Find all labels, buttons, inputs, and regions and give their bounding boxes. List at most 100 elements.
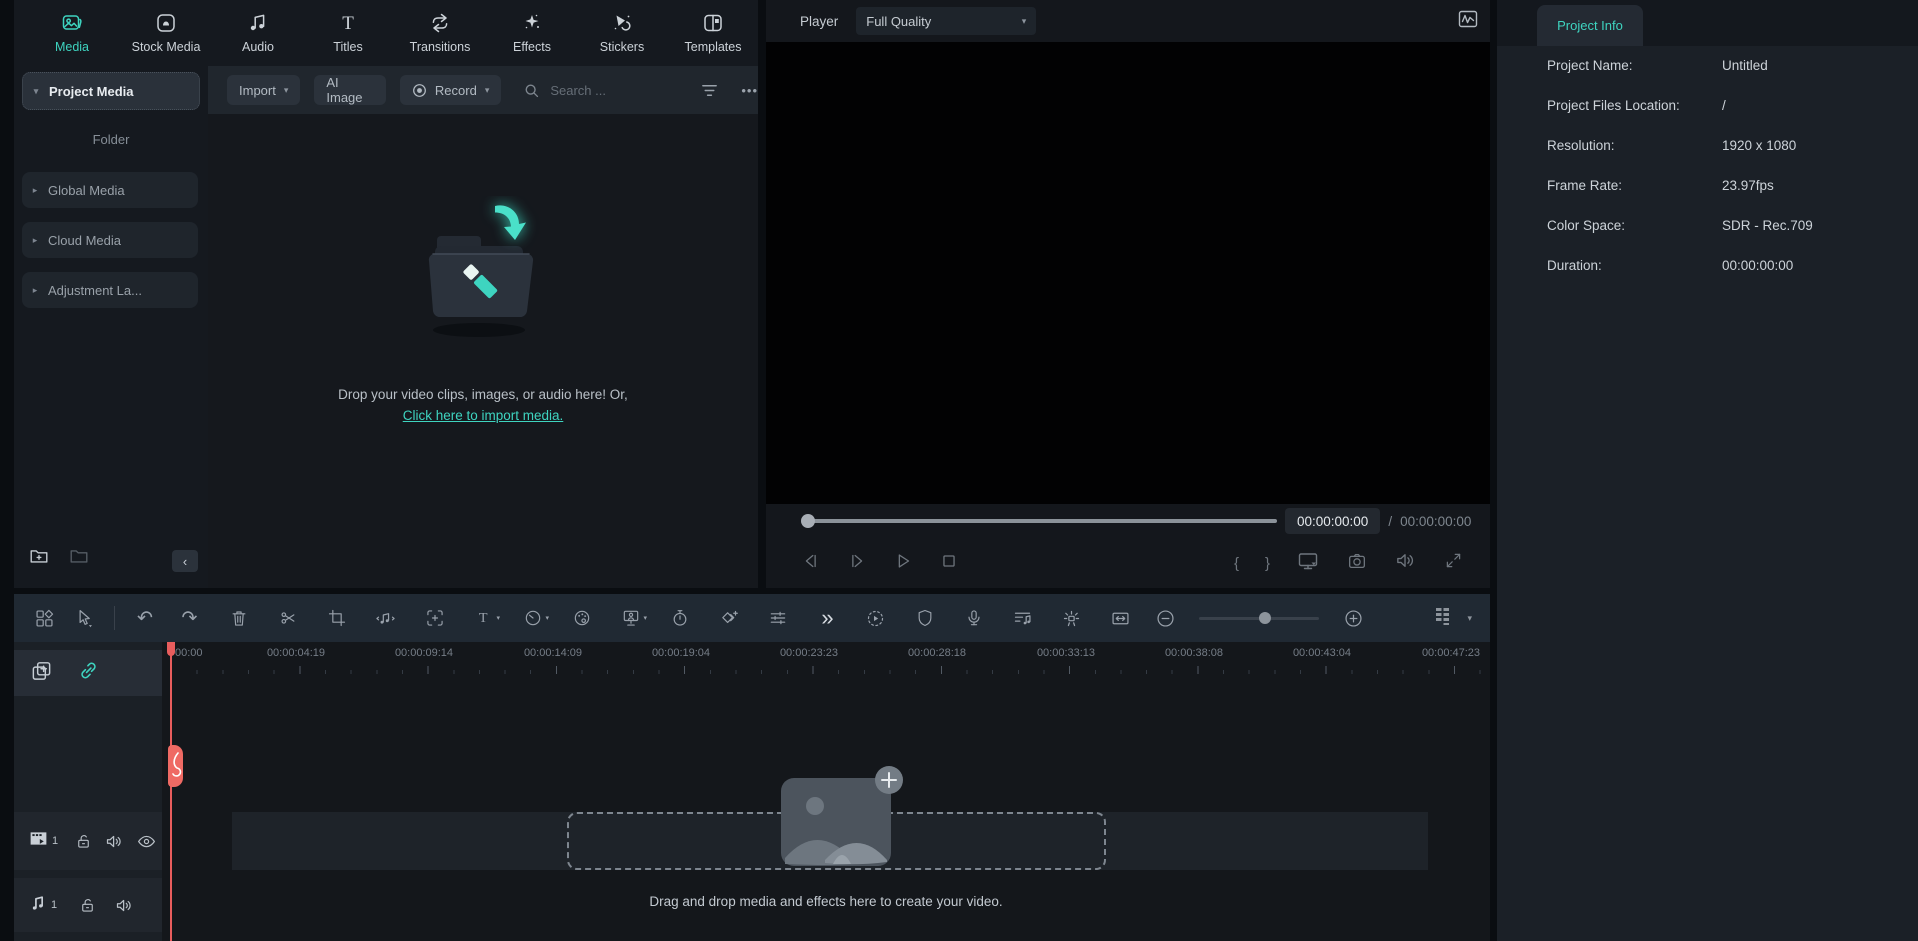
- speed-ramp-icon[interactable]: ▾: [508, 608, 557, 628]
- split-scissors-icon[interactable]: [263, 608, 312, 628]
- tab-templates[interactable]: Templates: [667, 8, 759, 54]
- detach-audio-icon[interactable]: [361, 608, 410, 629]
- hide-track-icon[interactable]: [130, 831, 162, 852]
- sidebar-item-project-media[interactable]: ▾ Project Media: [22, 72, 200, 110]
- import-media-link[interactable]: Click here to import media.: [403, 408, 564, 423]
- track-manager-caret-icon[interactable]: ▾: [1467, 613, 1472, 624]
- timeline-zoom-slider[interactable]: [1199, 617, 1319, 620]
- keyframe-icon[interactable]: [704, 608, 753, 629]
- snapshot-camera-button[interactable]: [1346, 550, 1368, 577]
- seek-bar[interactable]: [803, 519, 1277, 523]
- ai-portrait-icon[interactable]: ▾: [606, 608, 655, 628]
- new-folder-icon[interactable]: [28, 545, 50, 572]
- track-manager-icon[interactable]: [1431, 604, 1455, 633]
- mute-track-icon[interactable]: [106, 895, 143, 916]
- select-tool-icon[interactable]: [64, 608, 104, 629]
- smart-reframe-icon[interactable]: [410, 608, 459, 628]
- beat-detection-icon[interactable]: [1047, 608, 1096, 629]
- ruler-label: 00:00:14:09: [524, 647, 582, 659]
- info-label: Color Space:: [1547, 218, 1625, 233]
- fullscreen-button[interactable]: [1443, 550, 1464, 576]
- auto-ripple-link-icon[interactable]: [77, 659, 100, 687]
- copyright-shield-icon[interactable]: [900, 608, 949, 628]
- video-preview[interactable]: [766, 42, 1490, 504]
- filter-icon[interactable]: [700, 81, 719, 100]
- add-clip-to-track-icon[interactable]: [30, 659, 53, 687]
- media-dropzone[interactable]: Drop your video clips, images, or audio …: [208, 196, 758, 425]
- timeline-body: 1 1 00:00 00:00:04:19 00:00:09:14: [14, 642, 1490, 941]
- crop-icon[interactable]: [312, 608, 361, 628]
- adjustment-icon[interactable]: [753, 608, 802, 628]
- info-label: Duration:: [1547, 258, 1602, 273]
- mark-in-button[interactable]: {: [1234, 555, 1239, 572]
- audio-icon: [212, 8, 304, 38]
- zoom-out-icon[interactable]: [1145, 608, 1185, 629]
- timer-icon[interactable]: [655, 608, 704, 628]
- tab-stock-media[interactable]: Stock Media: [120, 8, 212, 54]
- info-row-project-name: Project Name: Untitled: [1497, 46, 1918, 86]
- collapse-sidebar-button[interactable]: ‹: [172, 550, 198, 572]
- record-button[interactable]: Record ▾: [400, 75, 501, 105]
- more-tools-icon[interactable]: »: [802, 605, 851, 631]
- lock-track-icon[interactable]: [67, 832, 99, 851]
- add-text-icon[interactable]: T▾: [459, 608, 508, 628]
- video-track-header[interactable]: 1: [14, 812, 162, 870]
- tab-audio-label: Audio: [212, 40, 304, 54]
- stop-button[interactable]: [938, 550, 960, 577]
- delete-icon[interactable]: [214, 608, 263, 628]
- render-preview-icon[interactable]: [851, 608, 900, 629]
- dropzone-text: Drop your video clips, images, or audio …: [208, 387, 758, 402]
- import-button[interactable]: Import ▾: [227, 75, 300, 105]
- sidebar-item-global-media[interactable]: ▸ Global Media: [22, 172, 198, 208]
- delete-folder-icon[interactable]: [68, 545, 90, 572]
- tab-project-info[interactable]: Project Info: [1537, 5, 1643, 46]
- play-button[interactable]: [892, 550, 914, 577]
- record-label: Record: [435, 83, 477, 98]
- playhead-handle[interactable]: [168, 745, 183, 787]
- quality-dropdown[interactable]: Full Quality ▾: [856, 7, 1036, 35]
- caret-down-icon: ▾: [485, 85, 490, 96]
- color-palette-icon[interactable]: [557, 608, 606, 628]
- ai-image-button[interactable]: AI Image: [314, 75, 386, 105]
- ruler-label: 00:00:38:08: [1165, 647, 1223, 659]
- next-frame-button[interactable]: [846, 550, 868, 577]
- media-browser-icon[interactable]: [24, 608, 64, 629]
- seek-handle[interactable]: [801, 514, 815, 528]
- mute-track-icon[interactable]: [99, 831, 131, 852]
- undo-icon[interactable]: ↶: [125, 609, 165, 628]
- tab-effects[interactable]: Effects: [486, 8, 578, 54]
- display-output-button[interactable]: [1296, 549, 1320, 578]
- current-timecode[interactable]: 00:00:00:00: [1285, 508, 1380, 534]
- filmora-window: Media Stock Media Audio T Titles: [0, 0, 1918, 941]
- tab-transitions[interactable]: Transitions: [394, 8, 486, 54]
- timeline-ruler[interactable]: 00:00 00:00:04:19 00:00:09:14 00:00:14:0…: [162, 642, 1490, 674]
- audio-track-header[interactable]: 1: [14, 878, 162, 932]
- tab-stickers[interactable]: Stickers: [576, 8, 668, 54]
- tab-media[interactable]: Media: [26, 8, 118, 54]
- timeline-tracks-area[interactable]: 00:00 00:00:04:19 00:00:09:14 00:00:14:0…: [162, 642, 1490, 941]
- zoom-in-icon[interactable]: [1333, 608, 1373, 629]
- zoom-slider-handle[interactable]: [1259, 612, 1271, 624]
- timeline-drop-hint: Drag and drop media and effects here to …: [162, 894, 1490, 909]
- timeline-section: ↶ ↷ T▾ ▾ ▾ »: [14, 594, 1490, 941]
- tab-audio[interactable]: Audio: [212, 8, 304, 54]
- tab-titles[interactable]: T Titles: [302, 8, 394, 54]
- previous-frame-button[interactable]: [800, 550, 822, 577]
- voiceover-mic-icon[interactable]: [949, 608, 998, 628]
- audio-stretch-icon[interactable]: [998, 608, 1047, 629]
- search-input[interactable]: [548, 82, 630, 99]
- more-options-icon[interactable]: •••: [741, 83, 758, 98]
- volume-button[interactable]: [1394, 549, 1417, 577]
- sidebar-item-adjustment-layer[interactable]: ▸ Adjustment La...: [22, 272, 198, 308]
- fit-to-timeline-icon[interactable]: [1096, 608, 1145, 629]
- info-row-duration: Duration: 00:00:00:00: [1497, 246, 1918, 286]
- ai-image-label: AI Image: [326, 75, 374, 105]
- sidebar-item-cloud-media[interactable]: ▸ Cloud Media: [22, 222, 198, 258]
- scopes-icon[interactable]: [1456, 7, 1480, 36]
- mark-out-button[interactable]: }: [1265, 555, 1270, 572]
- redo-icon[interactable]: ↷: [165, 609, 214, 628]
- playhead-line[interactable]: [170, 642, 172, 941]
- lock-track-icon[interactable]: [69, 896, 106, 915]
- playhead-cap[interactable]: [167, 642, 175, 656]
- audio-track-icon: [28, 893, 48, 918]
